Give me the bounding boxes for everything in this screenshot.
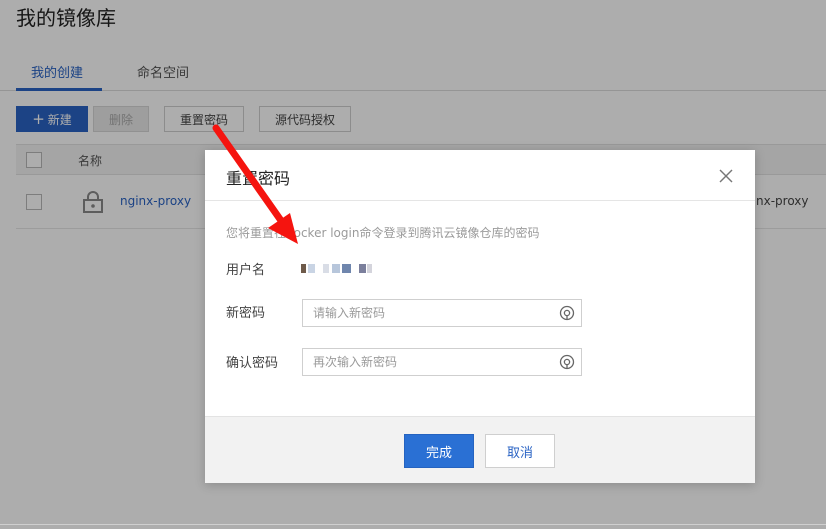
username-label: 用户名 [226, 263, 266, 278]
confirm-password-field [302, 348, 582, 376]
cancel-button-label: 取消 [506, 445, 533, 461]
show-confirm-password-icon[interactable] [559, 354, 575, 370]
done-button-label: 完成 [425, 445, 452, 461]
confirm-password-input[interactable] [303, 349, 553, 375]
username-value-redacted [301, 264, 381, 274]
done-button[interactable]: 完成 [404, 434, 474, 468]
confirm-password-label: 确认密码 [226, 356, 279, 371]
dialog-description: 您将重置在docker login命令登录到腾讯云镜像仓库的密码 [226, 226, 540, 240]
dialog-title: 重置密码 [226, 169, 291, 188]
close-icon[interactable] [716, 166, 736, 186]
new-password-field [302, 299, 582, 327]
cancel-button[interactable]: 取消 [485, 434, 555, 468]
dialog-footer: 完成 取消 [205, 416, 755, 483]
show-password-icon[interactable] [559, 305, 575, 321]
new-password-input[interactable] [303, 300, 553, 326]
reset-password-dialog: 重置密码 您将重置在docker login命令登录到腾讯云镜像仓库的密码 用户… [205, 150, 755, 483]
new-password-label: 新密码 [226, 306, 266, 321]
divider [0, 524, 826, 525]
dialog-header: 重置密码 [205, 150, 755, 201]
